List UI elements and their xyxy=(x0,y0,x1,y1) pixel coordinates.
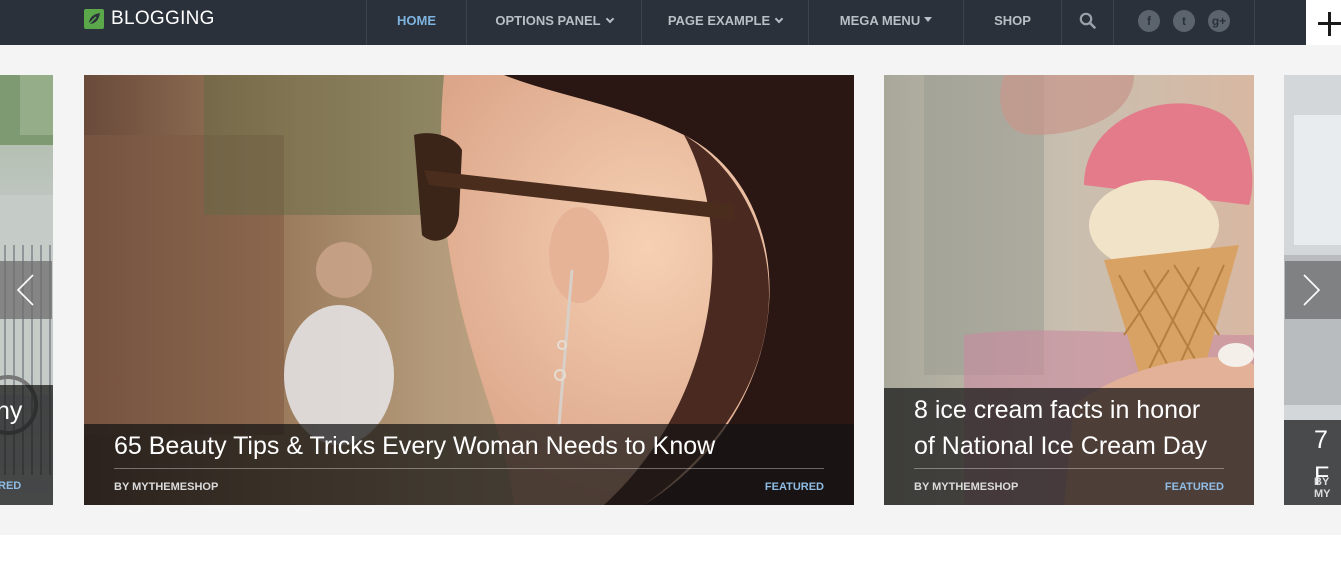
menu-label: SHOP xyxy=(994,13,1031,28)
menu-item-home[interactable]: HOME xyxy=(366,0,466,45)
menu-spacer xyxy=(1254,0,1307,45)
menu-item-mega-menu[interactable]: MEGA MENU xyxy=(808,0,963,45)
main-menu: HOME OPTIONS PANEL PAGE EXAMPLE MEGA MEN… xyxy=(366,0,1307,45)
slider-prev-button[interactable] xyxy=(0,261,52,319)
menu-label: PAGE EXAMPLE xyxy=(667,13,771,28)
site-name: BLOGGING xyxy=(111,8,215,29)
facebook-icon[interactable]: f xyxy=(1138,9,1160,32)
expand-button[interactable] xyxy=(1306,0,1341,49)
leaf-logo-icon xyxy=(84,9,104,29)
slide-main[interactable]: 65 Beauty Tips & Tricks Every Woman Need… xyxy=(84,75,854,505)
site-logo[interactable]: BLOGGING xyxy=(84,8,215,30)
caret-down-icon xyxy=(924,17,933,22)
chevron-down-icon xyxy=(605,14,614,23)
slider-next-button[interactable] xyxy=(1285,261,1341,319)
slide-author-fragment: BY MY xyxy=(1314,476,1331,500)
slide-meta: BY MYTHEMESHOP FEATURED xyxy=(914,469,1224,505)
chevron-left-icon xyxy=(16,274,34,306)
googleplus-icon[interactable]: g+ xyxy=(1208,9,1230,32)
menu-item-options-panel[interactable]: OPTIONS PANEL xyxy=(466,0,641,45)
slide-caption: 65 Beauty Tips & Tricks Every Woman Need… xyxy=(84,424,854,505)
menu-item-page-example[interactable]: PAGE EXAMPLE xyxy=(641,0,808,45)
menu-label: MEGA MENU xyxy=(839,13,921,28)
chevron-down-icon xyxy=(774,14,784,23)
twitter-icon[interactable]: t xyxy=(1173,9,1195,32)
menu-label: HOME xyxy=(397,13,436,28)
slide-category[interactable]: FEATURED xyxy=(1165,481,1224,493)
slide-title[interactable]: 8 ice cream facts in honor of National I… xyxy=(914,388,1224,464)
search-icon xyxy=(1079,12,1096,29)
slide-title-fragment: hy xyxy=(0,397,23,425)
slide-caption: hy RED xyxy=(0,385,53,505)
menu-label: OPTIONS PANEL xyxy=(495,13,601,28)
slide-author[interactable]: BY MYTHEMESHOP xyxy=(114,481,218,493)
slide-caption: 7 F BY MY xyxy=(1284,420,1341,505)
slide-title[interactable]: 65 Beauty Tips & Tricks Every Woman Need… xyxy=(114,424,824,464)
slide-category[interactable]: FEATURED xyxy=(765,481,824,493)
menu-item-shop[interactable]: SHOP xyxy=(963,0,1061,45)
chevron-right-icon xyxy=(1303,274,1321,306)
slide-category-fragment: RED xyxy=(0,480,22,492)
slide-author[interactable]: BY MYTHEMESHOP xyxy=(914,481,1018,493)
social-links: f t g+ xyxy=(1113,0,1254,45)
slide-caption: 8 ice cream facts in honor of National I… xyxy=(884,388,1254,505)
top-navigation: BLOGGING HOME OPTIONS PANEL PAGE EXAMPLE… xyxy=(0,0,1341,49)
search-button[interactable] xyxy=(1061,0,1113,45)
slide-meta: BY MYTHEMESHOP FEATURED xyxy=(114,469,824,505)
slide-second[interactable]: 8 ice cream facts in honor of National I… xyxy=(884,75,1254,505)
